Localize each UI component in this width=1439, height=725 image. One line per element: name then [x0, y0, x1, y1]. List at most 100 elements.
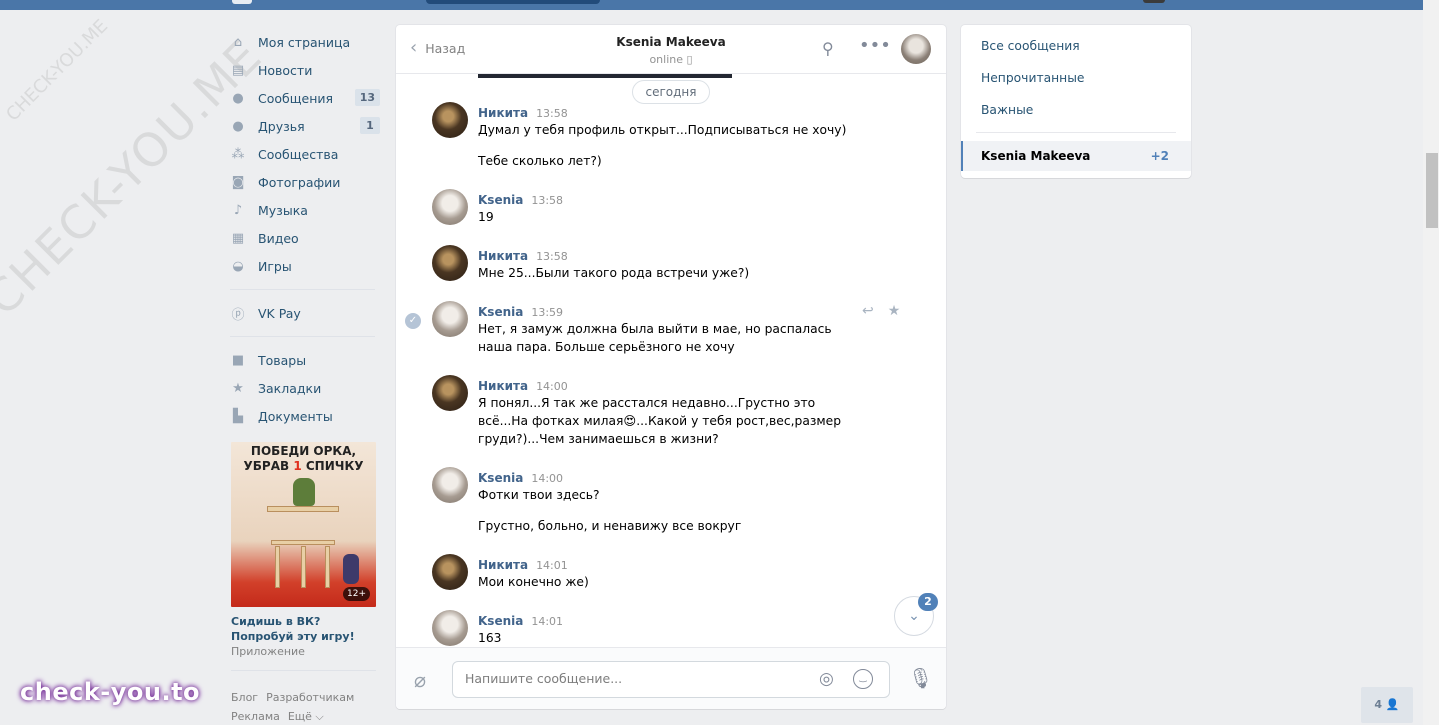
nav-video[interactable]: ▦ Видео	[230, 224, 380, 252]
header-user-avatar[interactable]	[1143, 0, 1165, 3]
previous-photo-attachment[interactable]	[478, 74, 732, 78]
message-author[interactable]: Ksenia 13:58	[478, 193, 563, 207]
message-text: Нет, я замуж должна была выйти в мае, но…	[478, 322, 832, 354]
page-scrollbar-thumb[interactable]	[1426, 153, 1438, 228]
message-author[interactable]: Никита 13:58	[478, 106, 568, 120]
mobile-icon: ▯	[686, 53, 693, 66]
header-search-input[interactable]	[426, 0, 600, 4]
filter-all-messages[interactable]: Все сообщения	[981, 39, 1080, 53]
message-time: 13:58	[536, 107, 568, 120]
filter-important[interactable]: Важные	[981, 103, 1033, 117]
footer-dev-link[interactable]: Разработчикам	[266, 691, 354, 704]
nav-documents[interactable]: ▙ Документы	[230, 402, 380, 430]
ad-title-link[interactable]: Сидишь в ВК? Попробуй эту игру!	[231, 614, 376, 644]
ad-match-pillar	[275, 546, 280, 588]
message-input-box[interactable]: ◎ ‿	[452, 661, 890, 698]
nav-item-label: Документы	[258, 408, 333, 424]
page-scrollbar[interactable]	[1423, 0, 1439, 725]
online-friends-widget[interactable]: 4 👤	[1361, 687, 1413, 723]
filter-divider	[976, 132, 1176, 133]
nav-my-page[interactable]: ⌂ Моя страница	[230, 28, 380, 56]
camera-icon[interactable]: ◎	[819, 669, 834, 689]
vk-pay-icon: ⓟ	[231, 307, 245, 323]
message-author[interactable]: Ksenia 14:01	[478, 614, 563, 628]
nav-item-label: VK Pay	[258, 305, 301, 321]
emoji-icon[interactable]: ‿	[853, 669, 873, 689]
nav-bookmarks[interactable]: ★ Закладки	[230, 374, 380, 402]
sender-avatar[interactable]	[432, 554, 468, 590]
message-text: Грустно, больно, и ненавижу все вокруг	[478, 519, 742, 533]
sender-avatar[interactable]	[432, 189, 468, 225]
ad-orc-figure	[293, 478, 315, 506]
footer-ads-link[interactable]: Реклама	[231, 710, 280, 723]
message-author[interactable]: Никита 13:58	[478, 249, 568, 263]
star-icon[interactable]: ★	[888, 303, 901, 319]
ad-match-beam	[271, 540, 335, 545]
music-icon: ♪	[233, 202, 243, 218]
nav-music[interactable]: ♪ Музыка	[230, 196, 380, 224]
active-conversation-item[interactable]: Ksenia Makeeva +2	[961, 141, 1191, 171]
goods-icon: ■	[231, 352, 245, 368]
nav-item-label: Сообщества	[258, 146, 339, 162]
message-author[interactable]: Никита 14:00	[478, 379, 568, 393]
message-input[interactable]	[465, 671, 805, 686]
ad-hero-figure	[343, 554, 359, 584]
nav-games[interactable]: ◒ Игры	[230, 252, 380, 280]
ad-image[interactable]: ПОБЕДИ ОРКА, УБРАВ 1 СПИЧКУ 12+	[231, 442, 376, 607]
messages-filter-panel: Все сообщения Непрочитанные Важные Kseni…	[961, 25, 1191, 178]
nav-divider	[230, 289, 375, 290]
nav-communities[interactable]: ⁂ Сообщества	[230, 140, 380, 168]
search-icon[interactable]: ⚲	[822, 39, 834, 58]
nav-news[interactable]: ▤ Новости	[230, 56, 380, 84]
messages-icon: ●	[232, 90, 244, 106]
age-rating-badge: 12+	[343, 587, 370, 601]
message-text: Мои конечно же)	[478, 575, 589, 589]
active-conversation-name: Ksenia Makeeva	[981, 149, 1091, 163]
sender-avatar[interactable]	[432, 245, 468, 281]
top-header-bar	[0, 0, 1423, 10]
nav-item-label: Сообщения	[258, 90, 334, 106]
ad-block[interactable]: ПОБЕДИ ОРКА, УБРАВ 1 СПИЧКУ 12+ Сидишь в…	[231, 442, 376, 671]
unread-count-badge: 2	[918, 593, 938, 611]
message-author[interactable]: Никита 14:01	[478, 558, 568, 572]
nav-messages[interactable]: ● Сообщения 13	[230, 84, 380, 112]
chevron-down-icon: ⌄	[908, 608, 920, 624]
nav-item-label: Музыка	[258, 202, 308, 218]
footer-more-link[interactable]: Ещё ⌵	[288, 710, 324, 723]
nav-item-label: Видео	[258, 230, 299, 246]
reply-icon[interactable]: ↩	[862, 303, 874, 319]
nav-friends[interactable]: ● Друзья 1	[230, 112, 380, 140]
nav-goods[interactable]: ■ Товары	[230, 346, 380, 374]
bookmarks-icon: ★	[232, 380, 244, 396]
sender-avatar[interactable]	[432, 610, 468, 646]
sender-avatar[interactable]	[432, 301, 468, 337]
nav-divider	[230, 336, 375, 337]
message-text: Мне 25...Были такого рода встречи уже?)	[478, 266, 750, 280]
paperclip-icon[interactable]: ⌀	[414, 668, 426, 692]
message-history[interactable]: Никита 13:58 Думал у тебя профиль открыт.…	[396, 100, 946, 647]
sender-avatar[interactable]	[432, 102, 468, 138]
message-time: 14:00	[536, 380, 568, 393]
nav-item-label: Товары	[258, 352, 307, 368]
nav-photos[interactable]: ◙ Фотографии	[230, 168, 380, 196]
message-time: 14:01	[536, 559, 568, 572]
nav-item-label: Фотографии	[258, 174, 341, 190]
sender-avatar[interactable]	[432, 467, 468, 503]
news-icon: ▤	[231, 62, 245, 78]
read-check-icon[interactable]: ✓	[405, 313, 421, 329]
filter-unread[interactable]: Непрочитанные	[981, 71, 1085, 85]
message-time: 14:01	[531, 615, 564, 628]
vk-logo[interactable]	[232, 0, 252, 4]
more-options-icon[interactable]: •••	[859, 35, 891, 56]
footer-blog-link[interactable]: Блог	[231, 691, 258, 704]
message-author[interactable]: Ksenia 14:00	[478, 471, 563, 485]
nav-vk-pay[interactable]: ⓟ VK Pay	[230, 299, 380, 327]
active-conversation-count: +2	[1150, 149, 1169, 163]
message-text: Я понял...Я так же расстался недавно...Г…	[478, 396, 842, 446]
sender-avatar[interactable]	[432, 375, 468, 411]
peer-avatar[interactable]	[901, 34, 931, 64]
message-author[interactable]: Ksenia 13:59	[478, 305, 563, 319]
microphone-icon[interactable]: 🎙	[908, 666, 933, 690]
message-text: 19	[478, 210, 494, 224]
footer-links: Блог Разработчикам Реклама Ещё ⌵	[231, 688, 381, 725]
